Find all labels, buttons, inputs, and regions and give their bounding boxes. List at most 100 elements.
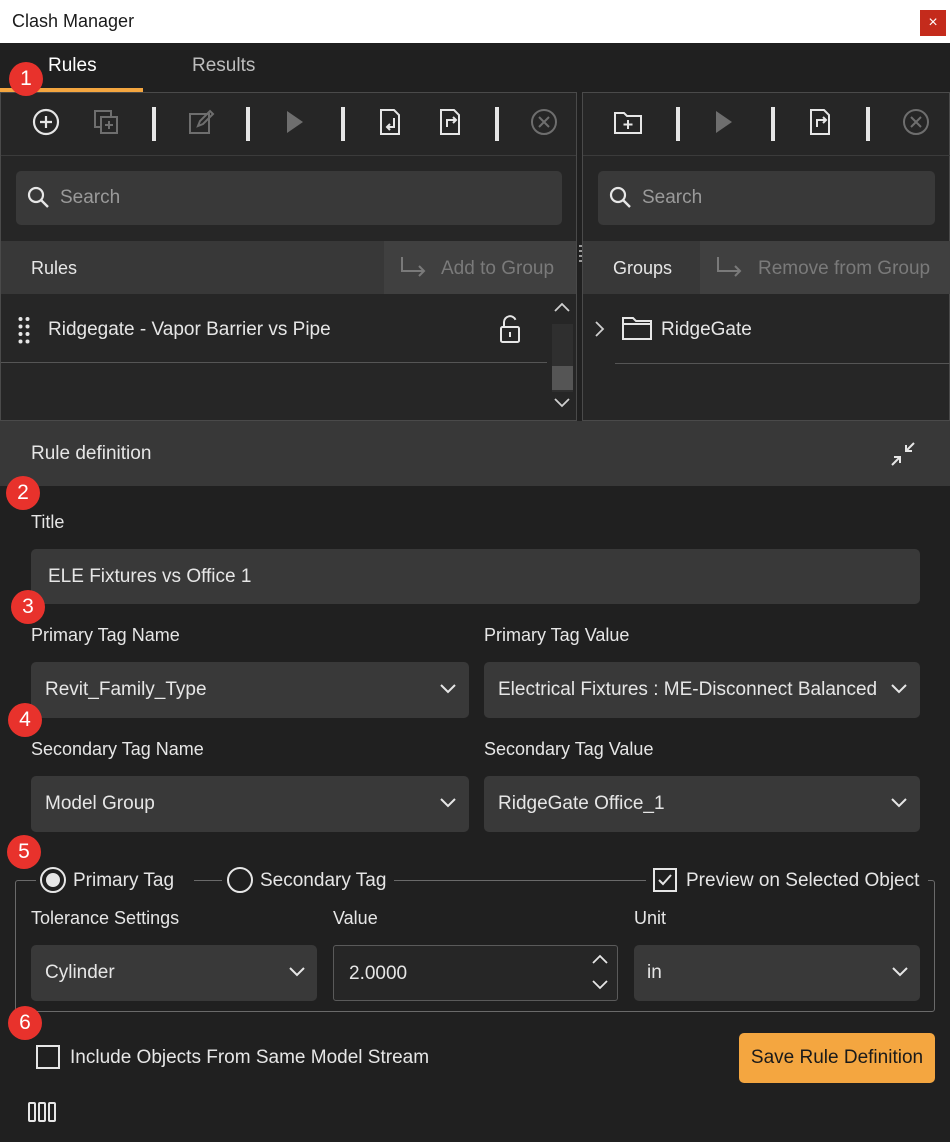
tolerance-label: Tolerance Settings xyxy=(31,908,180,928)
run-icon[interactable] xyxy=(274,102,314,142)
primary-tag-value-label: Primary Tag Value xyxy=(484,625,630,645)
group-label: RidgeGate xyxy=(661,319,752,340)
primary-tag-name-select[interactable]: Revit_Family_Type xyxy=(31,662,469,718)
row-divider xyxy=(615,363,950,364)
chevron-down-icon xyxy=(286,961,308,983)
step-badge: 6 xyxy=(8,1006,42,1040)
arrow-right-icon xyxy=(716,255,746,285)
window-titlebar: Clash Manager × xyxy=(0,0,950,43)
new-folder-icon[interactable] xyxy=(608,102,648,142)
window-title: Clash Manager xyxy=(12,11,135,31)
primary-tag-value-select[interactable]: Electrical Fixtures : ME-Disconnect Bala… xyxy=(484,662,920,718)
preview-label: Preview on Selected Object xyxy=(686,870,920,891)
step-badge: 1 xyxy=(9,62,43,96)
chevron-right-icon[interactable] xyxy=(593,320,605,343)
secondary-tag-value-label: Secondary Tag Value xyxy=(484,739,654,759)
toolbar-separator xyxy=(246,107,250,141)
preview-check[interactable] xyxy=(653,868,677,892)
title-label: Title xyxy=(31,512,65,532)
secondary-tag-name-label: Secondary Tag Name xyxy=(31,739,204,759)
scroll-track[interactable] xyxy=(552,324,573,392)
add-to-group-button[interactable]: Add to Group xyxy=(384,241,576,294)
groups-list-header: Groups Remove from Group xyxy=(583,241,950,294)
groups-search-input[interactable]: Search xyxy=(598,171,935,225)
radio-primary[interactable] xyxy=(40,867,66,893)
scroll-up-icon[interactable] xyxy=(553,300,571,319)
radio-secondary[interactable] xyxy=(227,867,253,893)
secondary-tag-name-select[interactable]: Model Group xyxy=(31,776,469,832)
scroll-thumb[interactable] xyxy=(552,366,573,390)
rule-list-item[interactable]: Ridgegate - Vapor Barrier vs Pipe xyxy=(1,296,547,362)
rule-label: Ridgegate - Vapor Barrier vs Pipe xyxy=(48,319,331,340)
add-to-group-label: Add to Group xyxy=(441,258,555,279)
delete-group-icon[interactable] xyxy=(896,102,936,142)
groups-header-label: Groups xyxy=(613,258,673,278)
include-checkbox[interactable]: Include Objects From Same Model Stream xyxy=(34,1042,444,1074)
toolbar-separator xyxy=(676,107,680,141)
add-rule-icon[interactable] xyxy=(26,102,66,142)
rules-scrollbar[interactable] xyxy=(549,296,576,420)
search-icon xyxy=(608,185,634,216)
step-badge: 4 xyxy=(8,703,42,737)
search-icon xyxy=(26,185,52,216)
secondary-tag-radio[interactable]: Secondary Tag xyxy=(222,864,394,896)
chevron-down-icon xyxy=(888,678,910,700)
duplicate-icon[interactable] xyxy=(86,102,126,142)
unit-select[interactable]: in xyxy=(634,945,920,1001)
search-placeholder: Search xyxy=(642,187,703,208)
include-label: Include Objects From Same Model Stream xyxy=(70,1047,430,1068)
run-group-icon[interactable] xyxy=(703,102,743,142)
radio-secondary-label: Secondary Tag xyxy=(260,870,387,891)
primary-tag-name-value: Revit_Family_Type xyxy=(45,679,207,700)
title-input[interactable]: ELE Fixtures vs Office 1 xyxy=(31,549,920,604)
toolbar-separator xyxy=(771,107,775,141)
secondary-tag-value-value: RidgeGate Office_1 xyxy=(498,793,665,814)
value-label: Value xyxy=(333,908,378,928)
secondary-tag-name-value: Model Group xyxy=(45,793,155,814)
step-badge: 3 xyxy=(11,590,45,624)
toolbar-separator xyxy=(866,107,870,141)
unit-value: in xyxy=(647,962,662,983)
columns-icon[interactable] xyxy=(27,1100,57,1129)
include-check[interactable] xyxy=(36,1045,60,1069)
step-badge: 2 xyxy=(6,476,40,510)
stepper-up-icon[interactable] xyxy=(590,952,610,971)
primary-tag-radio[interactable]: Primary Tag xyxy=(36,864,194,896)
radio-primary-label: Primary Tag xyxy=(73,870,175,891)
primary-tag-value-value: Electrical Fixtures : ME-Disconnect Bala… xyxy=(498,679,878,700)
stepper-down-icon[interactable] xyxy=(590,978,610,997)
tolerance-select[interactable]: Cylinder xyxy=(31,945,317,1001)
drag-handle-icon[interactable] xyxy=(18,316,30,349)
toolbar-separator xyxy=(495,107,499,141)
row-divider xyxy=(1,362,547,363)
chevron-down-icon xyxy=(888,792,910,814)
toolbar-separator xyxy=(341,107,345,141)
unlock-icon[interactable] xyxy=(498,314,522,349)
rule-definition-header: Rule definition xyxy=(0,421,950,486)
close-button[interactable]: × xyxy=(920,10,946,36)
export-icon[interactable] xyxy=(430,102,470,142)
chevron-down-icon xyxy=(437,678,459,700)
value-stepper[interactable]: 2.0000 xyxy=(333,945,618,1001)
collapse-icon[interactable] xyxy=(890,441,916,472)
arrow-right-icon xyxy=(400,255,430,285)
export-group-icon[interactable] xyxy=(800,102,840,142)
edit-icon[interactable] xyxy=(181,102,221,142)
group-tree-item[interactable]: RidgeGate xyxy=(583,296,950,362)
scroll-down-icon[interactable] xyxy=(553,396,571,415)
tolerance-value: Cylinder xyxy=(45,962,115,983)
preview-checkbox[interactable]: Preview on Selected Object xyxy=(646,864,928,896)
search-placeholder: Search xyxy=(60,187,121,208)
import-icon[interactable] xyxy=(370,102,410,142)
rule-definition-label: Rule definition xyxy=(31,443,152,464)
rules-list-header: Rules Add to Group xyxy=(1,241,576,294)
tab-rules[interactable]: Rules xyxy=(48,55,97,77)
remove-from-group-button[interactable]: Remove from Group xyxy=(700,241,950,294)
secondary-tag-value-select[interactable]: RidgeGate Office_1 xyxy=(484,776,920,832)
delete-rule-icon[interactable] xyxy=(524,102,564,142)
remove-from-group-label: Remove from Group xyxy=(758,258,931,279)
chevron-down-icon xyxy=(889,961,911,983)
tab-results[interactable]: Results xyxy=(192,55,255,77)
save-rule-definition-button[interactable]: Save Rule Definition xyxy=(739,1033,935,1083)
rules-search-input[interactable]: Search xyxy=(16,171,562,225)
